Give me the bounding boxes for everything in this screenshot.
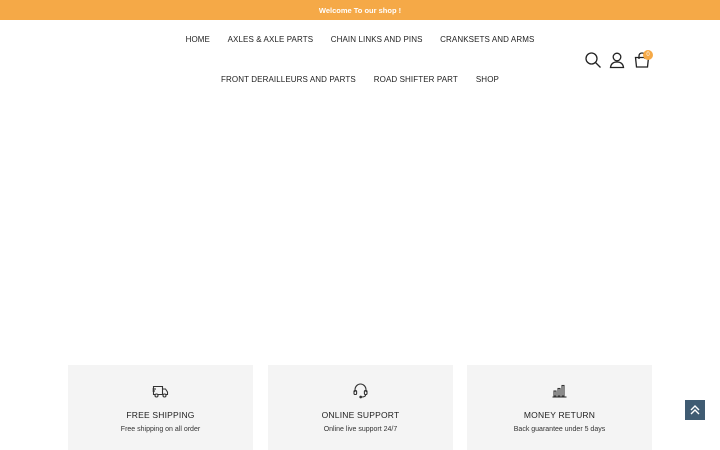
nav-item-chain-links-and-pins[interactable]: CHAIN LINKS AND PINS — [331, 34, 423, 45]
feature-online-support: ONLINE SUPPORT Online live support 24/7 — [268, 365, 453, 450]
headset-icon — [352, 382, 369, 399]
feature-title: MONEY RETURN — [523, 410, 596, 420]
nav-item-cranksets-and-arms[interactable]: CRANKSETS AND ARMS — [440, 34, 534, 45]
features-section: FREE SHIPPING Free shipping on all order… — [0, 365, 720, 450]
nav-item-front-derailleurs-and-parts[interactable]: FRONT DERAILLEURS AND PARTS — [221, 74, 356, 85]
nav-item-axles-and-axle-parts[interactable]: AXLES & AXLE PARTS — [228, 34, 314, 45]
feature-description: Online live support 24/7 — [323, 426, 398, 433]
feature-free-shipping: FREE SHIPPING Free shipping on all order — [68, 365, 253, 450]
feature-description: Free shipping on all order — [120, 426, 201, 433]
nav-row-secondary: FRONT DERAILLEURS AND PARTS ROAD SHIFTER… — [0, 74, 720, 85]
welcome-message: Welcome To our shop ! — [318, 5, 402, 15]
feature-money-return: MONEY RETURN Back guarantee under 5 days — [467, 365, 652, 450]
feature-title: ONLINE SUPPORT — [321, 410, 400, 420]
bar-chart-icon — [551, 382, 568, 399]
nav-item-shop[interactable]: SHOP — [476, 74, 499, 85]
feature-title: FREE SHIPPING — [126, 410, 195, 420]
cart-count-badge: 0 — [643, 50, 653, 60]
welcome-bar: Welcome To our shop ! — [0, 0, 720, 20]
search-icon[interactable] — [584, 51, 602, 69]
nav-row-primary: HOME AXLES & AXLE PARTS CHAIN LINKS AND … — [0, 34, 720, 45]
back-to-top-button[interactable] — [685, 400, 705, 420]
double-chevron-up-icon — [689, 404, 701, 416]
feature-description: Back guarantee under 5 days — [513, 426, 606, 433]
nav-item-home[interactable]: HOME — [186, 34, 210, 45]
user-icon[interactable] — [608, 51, 626, 69]
truck-icon — [152, 382, 169, 399]
nav-item-road-shifter-part[interactable]: ROAD SHIFTER PART — [374, 74, 458, 85]
